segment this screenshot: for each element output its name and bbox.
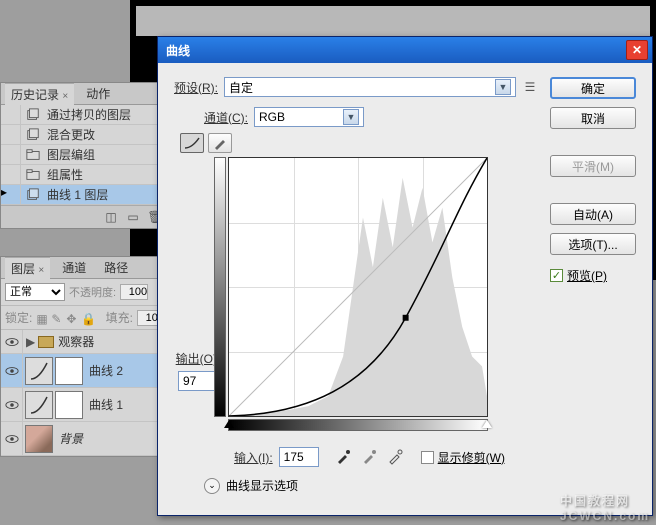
- channel-select[interactable]: RGB ▼: [254, 107, 364, 127]
- adjustment-thumb[interactable]: [25, 391, 53, 419]
- new-doc-icon[interactable]: ▭: [125, 209, 141, 225]
- channel-label: 通道(C):: [204, 109, 248, 126]
- opacity-input[interactable]: [120, 284, 148, 300]
- blend-mode-select[interactable]: 正常: [5, 283, 65, 301]
- input-label: 输入(I):: [234, 449, 273, 466]
- curve-graph[interactable]: [228, 157, 488, 431]
- expand-arrow-icon[interactable]: ▶: [23, 335, 38, 349]
- output-input[interactable]: [178, 371, 218, 391]
- curve-pencil-tool[interactable]: [208, 133, 232, 153]
- history-item[interactable]: ▸ 曲线 1 图层: [1, 185, 169, 205]
- expand-options-icon[interactable]: ⌄: [204, 478, 220, 494]
- fill-label: 填充:: [106, 309, 133, 326]
- history-panel: 历史记录 × 动作 通过拷贝的图层 混合更改 图层编组 组属性 ▸ 曲线 1 图…: [0, 82, 170, 229]
- curve-control-point[interactable]: [403, 315, 409, 321]
- tab-layers[interactable]: 图层 ×: [5, 257, 50, 279]
- lock-transparency-icon[interactable]: ▦: [36, 312, 48, 324]
- cancel-button[interactable]: 取消: [550, 107, 636, 129]
- watermark: 中国教程网 JCWCN.com: [560, 492, 650, 523]
- dialog-title: 曲线: [162, 42, 626, 59]
- input-input[interactable]: [279, 447, 319, 467]
- folder-icon: [21, 148, 45, 162]
- layers-panel: 图层 × 通道 路径 正常 不透明度: 锁定: ▦ ✎ ✥ 🔒 填充: ▶ 观察…: [0, 256, 170, 457]
- white-point-slider[interactable]: [482, 420, 492, 428]
- curve-display-options-label: 曲线显示选项: [226, 477, 298, 494]
- mask-thumb[interactable]: [55, 357, 83, 385]
- tab-history[interactable]: 历史记录 ×: [5, 83, 74, 105]
- layer-icon: [21, 108, 45, 122]
- history-list: 通过拷贝的图层 混合更改 图层编组 组属性 ▸ 曲线 1 图层: [1, 105, 169, 205]
- preset-label: 预设(R):: [174, 79, 218, 96]
- lock-move-icon[interactable]: ✥: [66, 312, 78, 324]
- dropdown-arrow-icon: ▼: [343, 109, 359, 125]
- layer-icon: [21, 128, 45, 142]
- ok-button[interactable]: 确定: [550, 77, 636, 99]
- visibility-icon[interactable]: [5, 400, 19, 410]
- layer-row[interactable]: 曲线 2: [1, 354, 169, 388]
- white-eyedropper-icon[interactable]: [387, 449, 403, 465]
- output-gradient: [214, 157, 226, 417]
- black-eyedropper-icon[interactable]: [335, 449, 351, 465]
- image-thumb[interactable]: [25, 425, 53, 453]
- history-item[interactable]: 图层编组: [1, 145, 169, 165]
- layer-group[interactable]: ▶ 观察器: [1, 330, 169, 354]
- black-point-slider[interactable]: [224, 420, 234, 428]
- history-item[interactable]: 通过拷贝的图层: [1, 105, 169, 125]
- layer-row[interactable]: 背景: [1, 422, 169, 456]
- opacity-label: 不透明度:: [69, 284, 116, 300]
- lock-all-icon[interactable]: 🔒: [81, 312, 93, 324]
- folder-icon: [21, 168, 45, 182]
- baseline: [229, 158, 487, 416]
- adjustment-thumb[interactable]: [25, 357, 53, 385]
- visibility-icon[interactable]: [5, 434, 19, 444]
- preset-select[interactable]: 自定 ▼: [224, 77, 516, 97]
- preset-menu-icon[interactable]: ☰: [522, 80, 538, 94]
- gray-eyedropper-icon[interactable]: [361, 449, 377, 465]
- preview-label: 预览(P): [567, 267, 607, 284]
- tab-channels[interactable]: 通道: [56, 257, 92, 278]
- tab-paths[interactable]: 路径: [98, 257, 134, 278]
- lock-label: 锁定:: [5, 309, 32, 326]
- snapshot-icon[interactable]: ◫: [103, 209, 119, 225]
- folder-icon: [38, 336, 54, 348]
- curve-point-tool[interactable]: [180, 133, 204, 153]
- lock-paint-icon[interactable]: ✎: [51, 312, 63, 324]
- layer-row[interactable]: 曲线 1: [1, 388, 169, 422]
- curves-dialog: 曲线 ✕ 预设(R): 自定 ▼ ☰ 通道(C): RGB ▼: [157, 36, 653, 516]
- show-clipping-label: 显示修剪(W): [438, 449, 505, 466]
- layer-icon: [21, 188, 45, 202]
- visibility-icon[interactable]: [5, 366, 19, 376]
- show-clipping-checkbox[interactable]: [421, 451, 434, 464]
- history-item[interactable]: 混合更改: [1, 125, 169, 145]
- tab-actions[interactable]: 动作: [80, 83, 116, 104]
- auto-button[interactable]: 自动(A): [550, 203, 636, 225]
- dropdown-arrow-icon: ▼: [495, 79, 511, 95]
- mask-thumb[interactable]: [55, 391, 83, 419]
- history-item[interactable]: 组属性: [1, 165, 169, 185]
- dialog-titlebar[interactable]: 曲线 ✕: [158, 37, 652, 63]
- smooth-button: 平滑(M): [550, 155, 636, 177]
- input-gradient: [228, 419, 488, 431]
- visibility-icon[interactable]: [5, 337, 19, 347]
- preview-checkbox[interactable]: ✓: [550, 269, 563, 282]
- close-button[interactable]: ✕: [626, 40, 648, 60]
- options-button[interactable]: 选项(T)...: [550, 233, 636, 255]
